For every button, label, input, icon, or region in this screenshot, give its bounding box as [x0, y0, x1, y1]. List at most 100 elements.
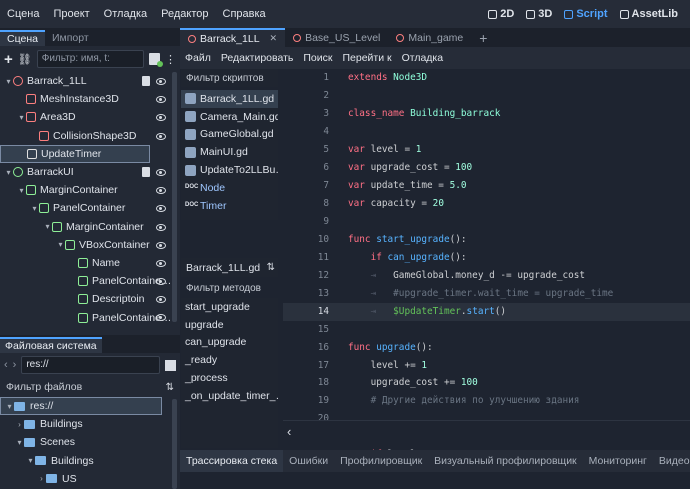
layout-toggle-icon[interactable]: [165, 359, 176, 371]
method-list-item[interactable]: start_upgrade: [181, 298, 278, 316]
scene-node-panelcontainer[interactable]: ▾ PanelContainer: [0, 199, 180, 217]
visibility-eye-icon[interactable]: [156, 241, 166, 249]
bottom-tab-3[interactable]: Визуальный профилировщик: [428, 450, 582, 472]
file-filter-input[interactable]: Фильтр файлов: [6, 381, 162, 393]
script-attached-icon[interactable]: [142, 166, 150, 177]
script-list-item[interactable]: GameGlobal.gd: [181, 126, 278, 144]
scene-filter-input[interactable]: Фильтр: имя, t:: [36, 50, 144, 68]
scene-node-collisionshape3d[interactable]: CollisionShape3D: [0, 127, 180, 145]
script-list-item[interactable]: DOC Node: [181, 179, 278, 197]
code-line[interactable]: 17 level += 1: [283, 357, 690, 375]
add-tab-icon[interactable]: +: [471, 28, 495, 47]
tab-import[interactable]: Импорт: [45, 30, 96, 46]
method-list-item[interactable]: _process: [181, 369, 278, 387]
file-tree-scrollbar[interactable]: [172, 399, 177, 489]
scene-node-descriptoin[interactable]: Descriptoin: [0, 290, 180, 308]
menu-item-0[interactable]: Сцена: [0, 8, 46, 20]
forward-icon[interactable]: ›: [13, 359, 17, 371]
script-list-item[interactable]: UpdateTo2LLBu…: [181, 161, 278, 179]
visibility-eye-icon[interactable]: [156, 187, 166, 195]
script-filter-input[interactable]: Фильтр скриптов: [186, 73, 264, 84]
visibility-eye-icon[interactable]: [156, 132, 166, 140]
code-line[interactable]: 18 upgrade_cost += 100: [283, 374, 690, 392]
scene-node-margincontainer[interactable]: ▾ MarginContainer: [0, 181, 180, 199]
editor-menu-item-0[interactable]: Файл: [180, 52, 216, 64]
editor-menu-item-1[interactable]: Редактировать: [216, 52, 299, 64]
path-input[interactable]: res://: [21, 356, 160, 374]
scene-node-margincontainer[interactable]: ▾ MarginContainer: [0, 218, 180, 236]
folder-buildings[interactable]: ▾ Buildings: [0, 452, 180, 470]
script-tab-2[interactable]: Main_game: [388, 28, 471, 47]
folder-res-[interactable]: ▾ res://: [0, 397, 162, 416]
attach-script-icon[interactable]: [149, 53, 163, 67]
toggle-panel-icon[interactable]: ‹: [287, 424, 291, 439]
visibility-eye-icon[interactable]: [156, 223, 166, 231]
mode-button-2d[interactable]: 2D: [488, 8, 514, 20]
link-icon[interactable]: ⛓: [18, 53, 32, 66]
scene-menu-icon[interactable]: ⋮: [165, 53, 176, 66]
folder-buildings[interactable]: › Buildings: [0, 415, 180, 433]
scene-node-barrack-1ll[interactable]: ▾ Barrack_1LL: [0, 72, 180, 90]
code-line[interactable]: 1 extends Node3D: [283, 69, 690, 87]
visibility-eye-icon[interactable]: [156, 296, 166, 304]
code-line[interactable]: 6 var upgrade_cost = 100: [283, 159, 690, 177]
folder-scenes[interactable]: ▾ Scenes: [0, 433, 180, 451]
editor-menu-item-3[interactable]: Перейти к: [337, 52, 396, 64]
code-line[interactable]: 11 if can_upgrade():: [283, 249, 690, 267]
add-node-icon[interactable]: +: [4, 51, 13, 68]
code-line[interactable]: 10 func start_upgrade():: [283, 231, 690, 249]
mode-button-assetlib[interactable]: AssetLib: [619, 8, 678, 20]
expand-arrow-icon[interactable]: ▾: [4, 77, 13, 86]
code-line[interactable]: 4: [283, 123, 690, 141]
bottom-tab-2[interactable]: Профилировщик: [334, 450, 428, 472]
visibility-eye-icon[interactable]: [156, 259, 166, 267]
close-icon[interactable]: ✕: [270, 33, 278, 44]
code-line[interactable]: 3 class_name Building_barrack: [283, 105, 690, 123]
bottom-tab-4[interactable]: Мониторинг: [583, 450, 653, 472]
bottom-tab-1[interactable]: Ошибки: [283, 450, 334, 472]
code-line[interactable]: 16 func upgrade():: [283, 339, 690, 357]
script-list-item[interactable]: DOC Timer: [181, 197, 278, 215]
code-line[interactable]: 9: [283, 213, 690, 231]
code-line[interactable]: 15: [283, 321, 690, 339]
method-list-item[interactable]: _on_update_timer_…: [181, 387, 278, 405]
mode-button-script[interactable]: Script: [564, 8, 608, 20]
code-line[interactable]: 14 ⇥ $UpdateTimer.start(): [283, 302, 690, 321]
bottom-tab-0[interactable]: Трассировка стека: [180, 450, 284, 472]
code-line[interactable]: 5 var level = 1: [283, 141, 690, 159]
visibility-eye-icon[interactable]: [156, 168, 166, 176]
script-tab-0[interactable]: Barrack_1LL ✕: [180, 28, 286, 47]
code-line[interactable]: 2: [283, 87, 690, 105]
tab-filesystem[interactable]: Файловая система: [0, 337, 102, 353]
code-line[interactable]: 19 # Другие действия по улучшению здания: [283, 392, 690, 410]
scene-node-barrackui[interactable]: ▾ BarrackUI: [0, 163, 180, 181]
method-list-item[interactable]: upgrade: [181, 316, 278, 334]
script-tab-1[interactable]: Base_US_Level: [285, 28, 388, 47]
code-line[interactable]: 8 var capacity = 20: [283, 195, 690, 213]
method-list-item[interactable]: _ready: [181, 351, 278, 369]
menu-item-3[interactable]: Редактор: [154, 8, 215, 20]
menu-item-1[interactable]: Проект: [46, 8, 96, 20]
visibility-eye-icon[interactable]: [156, 96, 166, 104]
method-list-item[interactable]: can_upgrade: [181, 334, 278, 352]
sort-icon[interactable]: ⇅: [166, 382, 174, 393]
scene-node-panelcontaine-[interactable]: PanelContaine…: [0, 272, 180, 290]
expand-arrow-icon[interactable]: ▾: [5, 402, 14, 411]
code-editor[interactable]: 1 extends Node3D 2 3 class_name Building_bar…: [283, 69, 690, 478]
script-list-item[interactable]: Camera_Main.gd: [181, 108, 278, 126]
code-line[interactable]: 12 ⇥ GameGlobal.money_d -= upgrade_cost: [283, 267, 690, 285]
folder-us[interactable]: › US: [0, 470, 180, 488]
expand-arrow-icon[interactable]: ›: [37, 474, 46, 483]
scene-node-area3d[interactable]: ▾ Area3D: [0, 108, 180, 126]
expand-arrow-icon[interactable]: ▾: [26, 456, 35, 465]
menu-item-2[interactable]: Отладка: [97, 8, 154, 20]
expand-arrow-icon[interactable]: ▾: [4, 168, 13, 177]
scene-node-name[interactable]: Name: [0, 254, 180, 272]
expand-arrow-icon[interactable]: ▾: [15, 438, 24, 447]
tab-scene[interactable]: Сцена: [0, 30, 45, 46]
code-line[interactable]: 13 ⇥ #upgrade_timer.wait_time = upgrade_…: [283, 285, 690, 303]
mode-button-3d[interactable]: 3D: [526, 8, 552, 20]
menu-item-4[interactable]: Справка: [216, 8, 273, 20]
editor-menu-item-2[interactable]: Поиск: [298, 52, 337, 64]
visibility-eye-icon[interactable]: [156, 114, 166, 122]
